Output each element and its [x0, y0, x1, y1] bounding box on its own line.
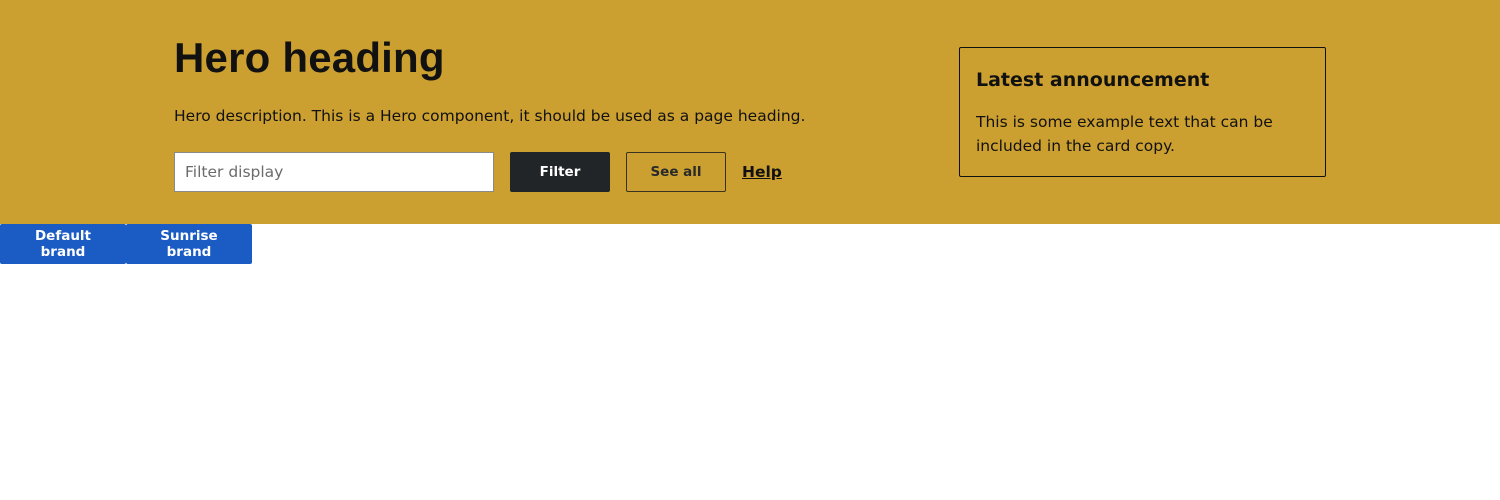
sunrise-brand-button[interactable]: Sunrise brand [126, 224, 252, 264]
see-all-button[interactable]: See all [626, 152, 726, 192]
hero-description: Hero description. This is a Hero compone… [174, 107, 806, 125]
hero-controls: Filter See all Help [174, 152, 782, 192]
filter-button[interactable]: Filter [510, 152, 610, 192]
help-link[interactable]: Help [742, 163, 782, 181]
hero-section: Hero heading Hero description. This is a… [0, 0, 1500, 224]
default-brand-button[interactable]: Default brand [0, 224, 126, 264]
announcement-card: Latest announcement This is some example… [959, 47, 1326, 177]
brand-switcher: Default brand Sunrise brand [0, 224, 252, 264]
card-copy: This is some example text that can be in… [976, 113, 1273, 155]
hero-heading: Hero heading [174, 34, 445, 81]
card-title: Latest announcement [976, 69, 1210, 91]
filter-input[interactable] [174, 152, 494, 192]
